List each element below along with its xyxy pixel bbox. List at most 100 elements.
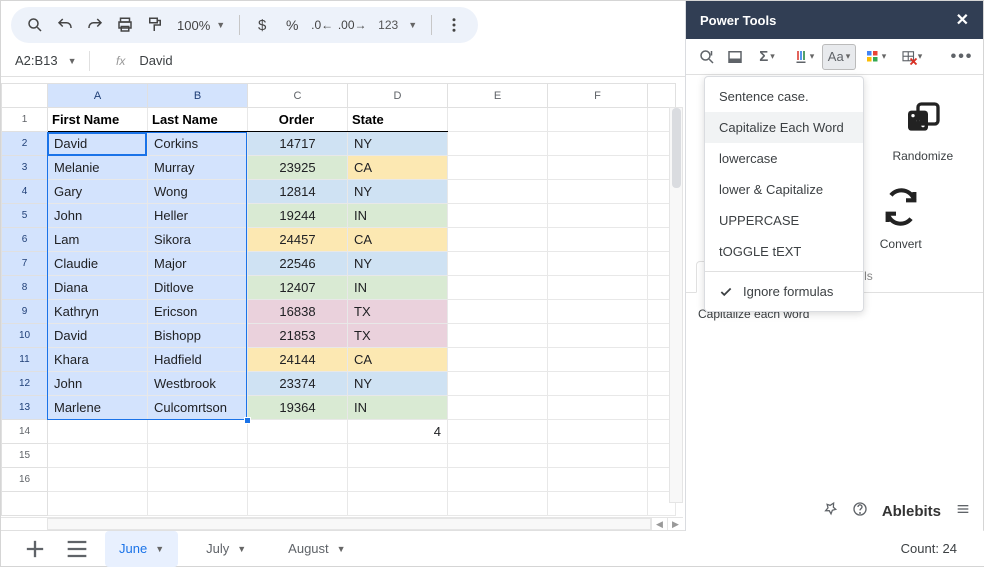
cell[interactable]: Lam bbox=[48, 228, 148, 252]
zoom-select[interactable]: 100%▼ bbox=[171, 18, 231, 33]
sheet-tab-august[interactable]: August▼ bbox=[274, 531, 359, 567]
row-header[interactable]: 6 bbox=[2, 228, 48, 252]
cell[interactable] bbox=[548, 420, 648, 444]
cell[interactable] bbox=[448, 396, 548, 420]
cell[interactable]: 14717 bbox=[248, 132, 348, 156]
cell[interactable]: Khara bbox=[48, 348, 148, 372]
cell[interactable] bbox=[148, 468, 248, 492]
cell[interactable]: 12814 bbox=[248, 180, 348, 204]
cell[interactable] bbox=[548, 108, 648, 132]
cell-d1[interactable]: State bbox=[348, 108, 448, 132]
help-icon[interactable] bbox=[852, 501, 868, 522]
cell[interactable] bbox=[448, 324, 548, 348]
cell[interactable]: IN bbox=[348, 276, 448, 300]
text-color-dropdown[interactable]: ▾ bbox=[786, 44, 820, 70]
sigma-dropdown[interactable]: Σ▾ bbox=[750, 44, 784, 70]
menu-item-capitalize-each[interactable]: Capitalize Each Word bbox=[705, 112, 863, 143]
grid-dropdown[interactable]: ▾ bbox=[858, 44, 892, 70]
scrollbar-thumb[interactable] bbox=[672, 108, 681, 188]
cell[interactable] bbox=[548, 468, 648, 492]
row-header[interactable]: 14 bbox=[2, 420, 48, 444]
change-case-dropdown[interactable]: Aa▾ bbox=[822, 44, 856, 70]
cell[interactable]: Culcomrtson bbox=[148, 396, 248, 420]
cell-b1[interactable]: Last Name bbox=[148, 108, 248, 132]
cell[interactable] bbox=[448, 300, 548, 324]
cell[interactable]: John bbox=[48, 372, 148, 396]
cell[interactable] bbox=[448, 252, 548, 276]
menu-item-ignore-formulas[interactable]: Ignore formulas bbox=[705, 276, 863, 307]
scroll-right-icon[interactable]: ▶ bbox=[667, 518, 683, 530]
number-format-select[interactable]: 123▼ bbox=[368, 18, 423, 32]
cell[interactable]: Murray bbox=[148, 156, 248, 180]
horizontal-scrollbar[interactable]: ◀▶ bbox=[1, 517, 683, 530]
cell[interactable] bbox=[348, 492, 448, 516]
cell[interactable] bbox=[448, 132, 548, 156]
cell[interactable]: NY bbox=[348, 372, 448, 396]
cell[interactable] bbox=[48, 420, 148, 444]
cell[interactable] bbox=[448, 348, 548, 372]
cell[interactable]: 19244 bbox=[248, 204, 348, 228]
sheets-icon[interactable] bbox=[722, 44, 748, 70]
cell[interactable]: John bbox=[48, 204, 148, 228]
row-header[interactable]: 9 bbox=[2, 300, 48, 324]
cell[interactable]: Claudie bbox=[48, 252, 148, 276]
cell[interactable] bbox=[348, 468, 448, 492]
menu-icon[interactable] bbox=[955, 501, 971, 522]
cell[interactable]: 24457 bbox=[248, 228, 348, 252]
undo-icon[interactable] bbox=[51, 11, 79, 39]
spreadsheet-grid[interactable]: A B C D E F 1 First Name Last Name Order… bbox=[1, 83, 676, 516]
print-icon[interactable] bbox=[111, 11, 139, 39]
cell[interactable] bbox=[48, 444, 148, 468]
cell[interactable]: IN bbox=[348, 204, 448, 228]
cell[interactable]: Westbrook bbox=[148, 372, 248, 396]
row-header[interactable]: 5 bbox=[2, 204, 48, 228]
percent-icon[interactable]: % bbox=[278, 11, 306, 39]
menu-item-uppercase[interactable]: UPPERCASE bbox=[705, 205, 863, 236]
cell[interactable]: Corkins bbox=[148, 132, 248, 156]
cell[interactable] bbox=[448, 204, 548, 228]
cell[interactable] bbox=[548, 324, 648, 348]
cell[interactable]: 12407 bbox=[248, 276, 348, 300]
cell[interactable] bbox=[48, 468, 148, 492]
row-header[interactable] bbox=[2, 492, 48, 516]
cell[interactable]: NY bbox=[348, 132, 448, 156]
cell[interactable]: Sikora bbox=[148, 228, 248, 252]
cell[interactable] bbox=[548, 156, 648, 180]
col-header-f[interactable]: F bbox=[548, 84, 648, 108]
col-header-extra[interactable] bbox=[648, 84, 676, 108]
row-header[interactable]: 10 bbox=[2, 324, 48, 348]
cell[interactable]: 22546 bbox=[248, 252, 348, 276]
scroll-left-icon[interactable]: ◀ bbox=[651, 518, 667, 530]
cell[interactable]: 4 bbox=[348, 420, 448, 444]
menu-item-sentence-case[interactable]: Sentence case. bbox=[705, 81, 863, 112]
cell[interactable] bbox=[448, 276, 548, 300]
fill-handle[interactable] bbox=[244, 417, 251, 424]
cell[interactable] bbox=[448, 156, 548, 180]
cell[interactable] bbox=[548, 252, 648, 276]
row-header[interactable]: 1 bbox=[2, 108, 48, 132]
cell-c1[interactable]: Order bbox=[248, 108, 348, 132]
cell[interactable] bbox=[48, 492, 148, 516]
cell[interactable] bbox=[448, 468, 548, 492]
cell[interactable]: TX bbox=[348, 324, 448, 348]
col-header-a[interactable]: A bbox=[48, 84, 148, 108]
cell[interactable] bbox=[448, 228, 548, 252]
formula-bar[interactable]: David bbox=[139, 53, 172, 68]
clear-color-dropdown[interactable]: ▾ bbox=[894, 44, 928, 70]
cell[interactable] bbox=[148, 492, 248, 516]
row-header[interactable]: 11 bbox=[2, 348, 48, 372]
cell[interactable]: 19364 bbox=[248, 396, 348, 420]
search-icon[interactable] bbox=[21, 11, 49, 39]
cell[interactable] bbox=[448, 492, 548, 516]
cell[interactable]: 23374 bbox=[248, 372, 348, 396]
cell[interactable]: Kathryn bbox=[48, 300, 148, 324]
more-icon[interactable] bbox=[440, 11, 468, 39]
cell[interactable]: Major bbox=[148, 252, 248, 276]
cell[interactable]: 23925 bbox=[248, 156, 348, 180]
action-convert[interactable]: Convert bbox=[858, 187, 944, 251]
cell[interactable]: TX bbox=[348, 300, 448, 324]
cell[interactable] bbox=[148, 444, 248, 468]
cell[interactable] bbox=[448, 372, 548, 396]
cell[interactable]: CA bbox=[348, 156, 448, 180]
cell[interactable]: David bbox=[48, 132, 148, 156]
